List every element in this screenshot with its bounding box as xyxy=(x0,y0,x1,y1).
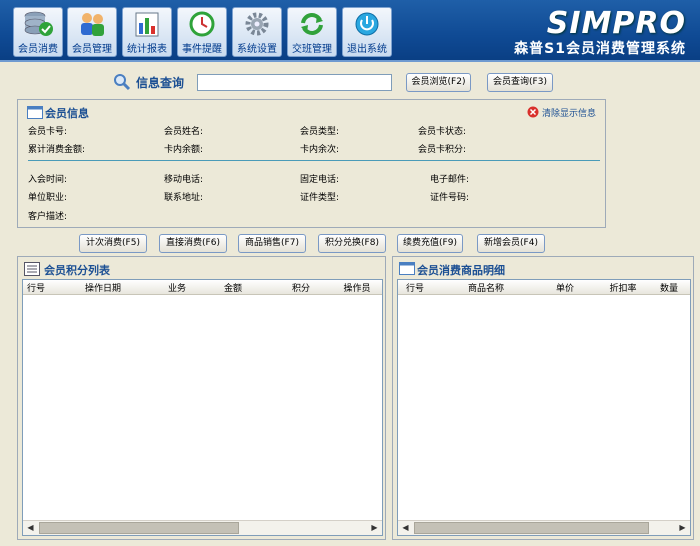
column-header[interactable]: 操作日期 xyxy=(63,281,143,294)
column-header[interactable]: 折扣率 xyxy=(598,281,648,294)
points-table[interactable]: 行号 操作日期 业务 金额 积分 操作员 ◀ ▶ xyxy=(22,279,383,536)
horizontal-scrollbar[interactable]: ◀ ▶ xyxy=(23,520,382,535)
points-exchange-button[interactable]: 积分兑换(F8) xyxy=(318,234,386,253)
field-id-type: 证件类型: xyxy=(300,193,340,203)
refresh-icon xyxy=(301,13,323,35)
column-header[interactable]: 单价 xyxy=(543,281,587,294)
users-icon xyxy=(81,13,104,36)
goods-detail-panel: 会员消费商品明细 行号 商品名称 单价 折扣率 数量 ◀ ▶ xyxy=(392,256,694,540)
direct-consume-button[interactable]: 直接消费(F6) xyxy=(159,234,227,253)
scroll-thumb[interactable] xyxy=(39,522,239,534)
window-icon xyxy=(27,106,43,119)
column-header[interactable]: 积分 xyxy=(273,281,329,294)
column-header[interactable]: 行号 xyxy=(23,281,49,294)
toolbar-button-member-consume[interactable]: 会员消费 xyxy=(13,7,63,57)
goods-sale-button[interactable]: 商品销售(F7) xyxy=(238,234,306,253)
clock-icon xyxy=(189,11,215,37)
toolbar-label: 会员消费 xyxy=(18,44,58,55)
field-email: 电子邮件: xyxy=(430,175,470,185)
field-join-date: 入会时间: xyxy=(28,175,68,185)
close-circle-icon xyxy=(527,106,539,118)
search-row: 信息查询 会员浏览(F2) 会员查询(F3) xyxy=(0,72,700,94)
app-title: 森普S1会员消费管理系统 xyxy=(514,41,686,57)
field-total-spent: 累计消费金额: xyxy=(28,145,86,155)
column-header[interactable]: 行号 xyxy=(398,281,432,294)
member-query-button[interactable]: 会员查询(F3) xyxy=(487,73,553,92)
field-phone: 固定电话: xyxy=(300,175,340,185)
field-id-number: 证件号码: xyxy=(430,193,470,203)
toolbar-label: 交班管理 xyxy=(292,44,332,55)
toolbar-button-exit[interactable]: 退出系统 xyxy=(342,7,392,57)
database-check-icon xyxy=(24,11,53,36)
top-toolbar: 会员消费 会员管理 统计报表 事件提醒 系统设置 交班管理 退出系统 SIMPR… xyxy=(0,0,700,62)
list-icon xyxy=(24,262,40,276)
count-consume-button[interactable]: 计次消费(F5) xyxy=(79,234,147,253)
field-customer-desc: 客户描述: xyxy=(28,212,68,222)
field-card-status: 会员卡状态: xyxy=(418,127,467,137)
brand-logo: SIMPRO xyxy=(546,6,686,41)
field-card-balance: 卡内余额: xyxy=(164,145,204,155)
column-header[interactable]: 商品名称 xyxy=(446,281,526,294)
search-label: 信息查询 xyxy=(136,76,185,90)
points-list-title: 会员积分列表 xyxy=(44,264,110,277)
field-mobile: 移动电话: xyxy=(164,175,204,185)
scroll-left-icon[interactable]: ◀ xyxy=(23,521,38,535)
toolbar-label: 统计报表 xyxy=(127,44,167,55)
gear-icon xyxy=(245,12,269,36)
window-icon xyxy=(399,262,415,275)
search-input[interactable] xyxy=(197,74,392,91)
field-address: 联系地址: xyxy=(164,193,204,203)
divider xyxy=(28,160,600,161)
member-info-title: 会员信息 xyxy=(45,107,89,120)
field-card-remaining-times: 卡内余次: xyxy=(300,145,340,155)
recharge-button[interactable]: 续费充值(F9) xyxy=(397,234,463,253)
scroll-right-icon[interactable]: ▶ xyxy=(367,521,382,535)
toolbar-label: 事件提醒 xyxy=(182,44,222,55)
field-occupation: 单位职业: xyxy=(28,193,68,203)
field-member-type: 会员类型: xyxy=(300,127,340,137)
search-icon xyxy=(114,74,131,91)
points-list-panel: 会员积分列表 行号 操作日期 业务 金额 积分 操作员 ◀ ▶ xyxy=(17,256,386,540)
column-header[interactable]: 操作员 xyxy=(335,281,379,294)
column-header[interactable]: 金额 xyxy=(211,281,255,294)
toolbar-button-shift[interactable]: 交班管理 xyxy=(287,7,337,57)
toolbar-button-member-manage[interactable]: 会员管理 xyxy=(67,7,117,57)
toolbar-button-reports[interactable]: 统计报表 xyxy=(122,7,172,57)
goods-detail-title: 会员消费商品明细 xyxy=(417,264,505,277)
toolbar-button-events[interactable]: 事件提醒 xyxy=(177,7,227,57)
scroll-thumb[interactable] xyxy=(414,522,649,534)
scroll-left-icon[interactable]: ◀ xyxy=(398,521,413,535)
toolbar-label: 会员管理 xyxy=(72,44,112,55)
field-card-no: 会员卡号: xyxy=(28,127,68,137)
toolbar-button-settings[interactable]: 系统设置 xyxy=(232,7,282,57)
column-header[interactable]: 业务 xyxy=(155,281,199,294)
power-icon xyxy=(355,12,379,36)
horizontal-scrollbar[interactable]: ◀ ▶ xyxy=(398,520,690,535)
table-header: 行号 商品名称 单价 折扣率 数量 xyxy=(398,280,690,295)
goods-table[interactable]: 行号 商品名称 单价 折扣率 数量 ◀ ▶ xyxy=(397,279,691,536)
chart-icon xyxy=(135,12,159,37)
table-header: 行号 操作日期 业务 金额 积分 操作员 xyxy=(23,280,382,295)
add-member-button[interactable]: 新增会员(F4) xyxy=(477,234,545,253)
field-member-name: 会员姓名: xyxy=(164,127,204,137)
toolbar-label: 系统设置 xyxy=(237,44,277,55)
member-browse-button[interactable]: 会员浏览(F2) xyxy=(406,73,471,92)
clear-display-label: 清除显示信息 xyxy=(542,109,597,119)
toolbar-label: 退出系统 xyxy=(347,44,387,55)
member-info-panel: 会员信息 清除显示信息 会员卡号: 会员姓名: 会员类型: 会员卡状态: 累计消… xyxy=(17,99,606,228)
column-header[interactable]: 数量 xyxy=(660,281,690,294)
field-card-points: 会员卡积分: xyxy=(418,145,467,155)
scroll-right-icon[interactable]: ▶ xyxy=(675,521,690,535)
